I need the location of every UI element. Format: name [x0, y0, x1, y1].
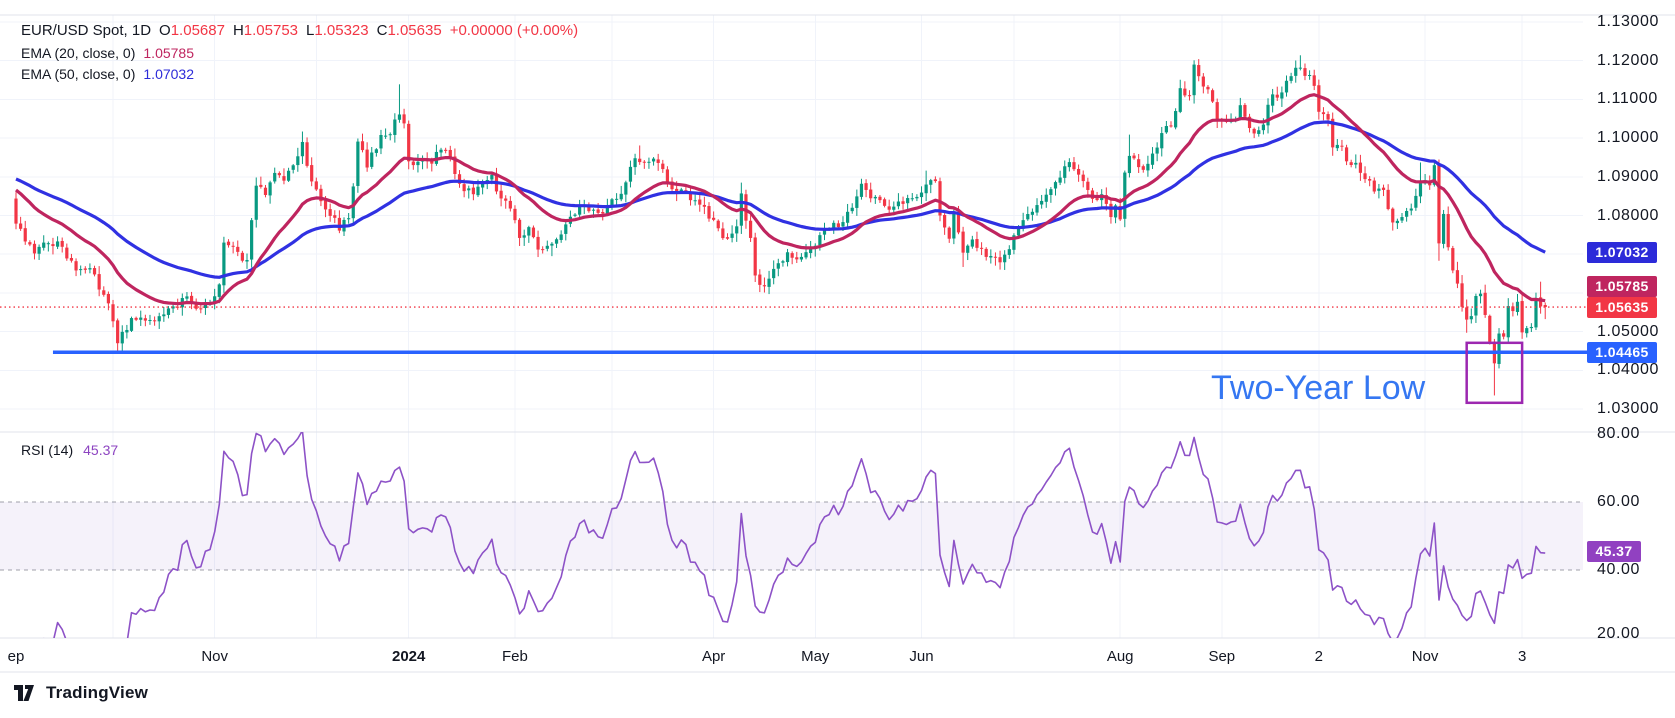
tradingview-brand-text[interactable]: TradingView: [46, 683, 148, 703]
price-axis-label: 1.04000: [1597, 361, 1659, 379]
ohlc-low: L1.05323: [306, 22, 369, 39]
ema20-value: 1.05785: [143, 45, 194, 61]
last-price-badge: 1.05635: [1587, 297, 1657, 318]
footer: TradingView: [14, 683, 148, 703]
symbol-title: EUR/USD Spot, 1D: [21, 22, 151, 39]
ohlc-open: O1.05687: [159, 22, 225, 39]
ema20-legend-row[interactable]: EMA (20, close, 0) 1.05785: [21, 45, 578, 59]
rsi-value: 45.37: [83, 442, 118, 458]
legend: EUR/USD Spot, 1D O1.05687 H1.05753 L1.05…: [21, 22, 578, 87]
time-label-2: 2: [1315, 648, 1323, 665]
price-axis-label: 1.05000: [1597, 323, 1659, 341]
price-axis-label: 1.08000: [1597, 207, 1659, 225]
time-axis[interactable]: ep Nov 2024 Feb Apr May Jun Aug Sep 2 Nov 3: [0, 638, 1583, 672]
price-axis-label: 1.12000: [1597, 52, 1659, 70]
price-pane[interactable]: [14, 55, 1546, 395]
rsi-legend-row[interactable]: RSI (14) 45.37: [21, 442, 118, 458]
time-label-May: May: [801, 648, 829, 665]
price-axis-label: 1.10000: [1597, 129, 1659, 147]
main-chart-canvas[interactable]: [0, 0, 1675, 718]
price-axis-label: 1.13000: [1597, 13, 1659, 31]
rsi-label: RSI (14): [21, 442, 73, 458]
rsi-axis-label: 40.00: [1597, 561, 1640, 579]
time-label-Nov: Nov: [1412, 648, 1439, 665]
time-label-2024: 2024: [392, 648, 425, 665]
time-label-Feb: Feb: [502, 648, 528, 665]
ema50-price-badge: 1.07032: [1587, 242, 1657, 263]
ohlc-close: C1.05635: [377, 22, 442, 39]
rsi-axis-label: 60.00: [1597, 493, 1640, 511]
price-axis-label: 1.03000: [1597, 400, 1659, 418]
time-label-Sep: Sep: [1208, 648, 1235, 665]
price-axis-label: 1.11000: [1597, 90, 1658, 108]
rsi-value-badge: 45.37: [1587, 541, 1641, 562]
ema20-label: EMA (20, close, 0): [21, 45, 135, 61]
time-label-Jun: Jun: [909, 648, 933, 665]
ema20-price-badge: 1.05785: [1587, 276, 1657, 297]
ohlc-high: H1.05753: [233, 22, 298, 39]
price-axis-label: 1.09000: [1597, 168, 1659, 186]
price-axis[interactable]: 1.13000 1.12000 1.11000 1.10000 1.09000 1.080…: [1583, 0, 1675, 718]
change-value: +0.00000 (+0.00%): [450, 22, 578, 39]
support-price-badge: 1.04465: [1587, 342, 1657, 363]
ema50-value: 1.07032: [143, 66, 194, 82]
time-label-Nov: Nov: [201, 648, 228, 665]
time-label-3: 3: [1518, 648, 1526, 665]
tradingview-chart-window: EUR/USD Spot, 1D O1.05687 H1.05753 L1.05…: [0, 0, 1675, 718]
time-label-Apr: Apr: [702, 648, 725, 665]
rsi-axis-label: 20.00: [1597, 625, 1640, 643]
time-label-Aug: Aug: [1107, 648, 1134, 665]
ema50-label: EMA (50, close, 0): [21, 66, 135, 82]
rsi-axis-label: 80.00: [1597, 425, 1640, 443]
ema50-legend-row[interactable]: EMA (50, close, 0) 1.07032: [21, 66, 578, 80]
tradingview-logo-icon[interactable]: [14, 685, 38, 701]
two-year-low-annotation[interactable]: Two-Year Low: [1211, 369, 1425, 408]
time-label-ep: ep: [8, 648, 25, 665]
symbol-legend-row[interactable]: EUR/USD Spot, 1D O1.05687 H1.05753 L1.05…: [21, 22, 578, 38]
